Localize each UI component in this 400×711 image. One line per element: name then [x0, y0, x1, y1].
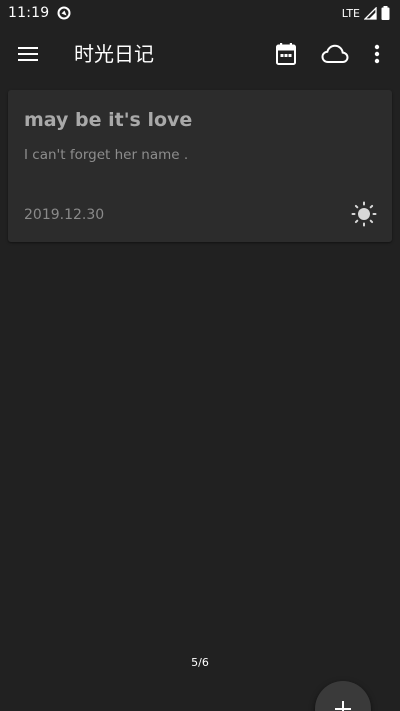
- entry-title: may be it's love: [24, 109, 193, 131]
- app-bar: 时光日记: [0, 26, 400, 82]
- menu-button[interactable]: [12, 40, 44, 68]
- more-options-button[interactable]: [364, 38, 390, 70]
- calendar-icon: [276, 43, 296, 65]
- network-type: LTE: [341, 6, 360, 20]
- status-bar: 11:19 LTE: [0, 0, 400, 26]
- more-vert-icon: [374, 44, 380, 64]
- app-title: 时光日记: [74, 42, 154, 66]
- status-time: 11:19: [8, 5, 50, 21]
- page-indicator: 5/6: [191, 656, 209, 669]
- cloud-icon: [321, 44, 349, 63]
- diary-screen: 11:19 LTE 时光日记 may be it's love I can't …: [0, 0, 400, 711]
- add-entry-button[interactable]: [315, 681, 371, 711]
- diary-entry-card[interactable]: may be it's love I can't forget her name…: [8, 90, 392, 242]
- entry-date: 2019.12.30: [24, 207, 105, 223]
- calendar-button[interactable]: [270, 38, 302, 70]
- cloud-sync-button[interactable]: [318, 38, 352, 70]
- notification-app-icon: [57, 6, 71, 20]
- entry-excerpt: I can't forget her name .: [24, 147, 189, 163]
- add-icon: [335, 701, 351, 711]
- sun-icon: [351, 201, 377, 227]
- battery-icon: [381, 6, 390, 20]
- signal-icon: [364, 6, 377, 20]
- status-indicators: LTE: [342, 6, 390, 20]
- menu-icon: [18, 47, 38, 61]
